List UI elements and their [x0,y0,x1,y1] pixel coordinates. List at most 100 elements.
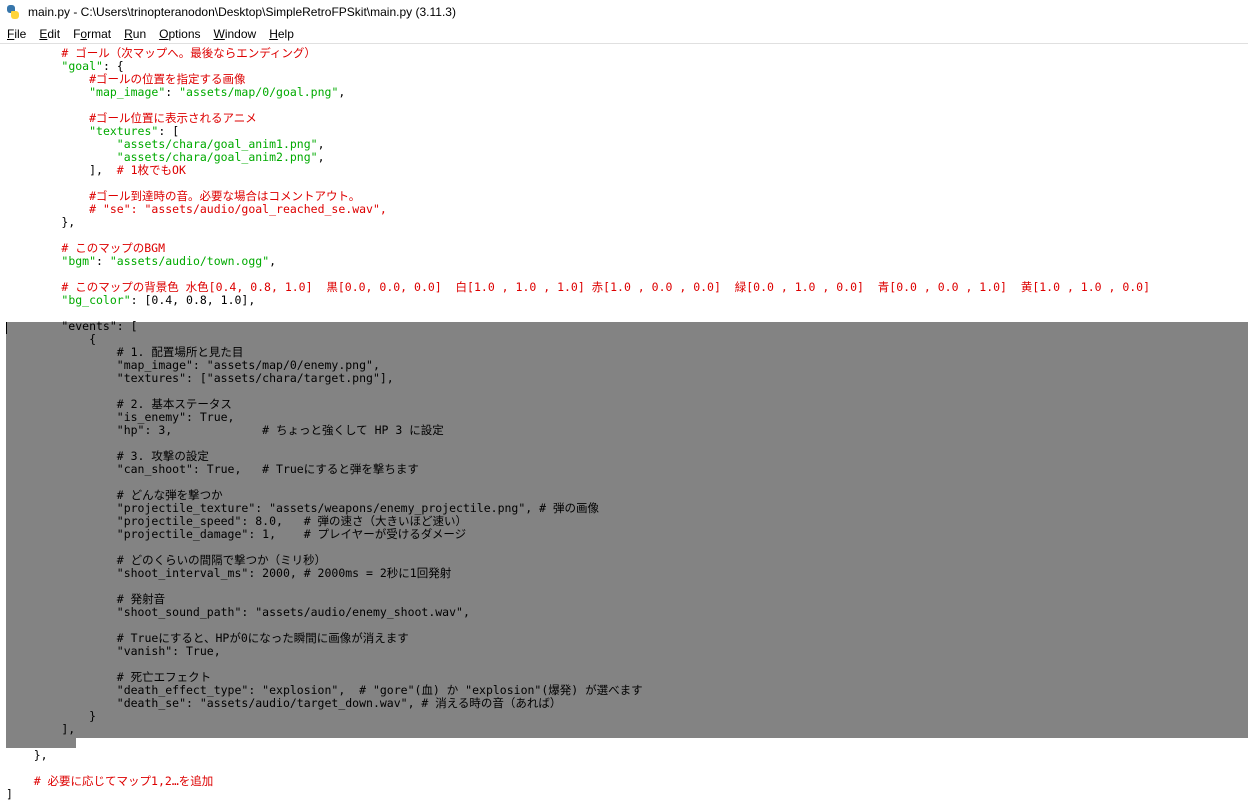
menu-file-rest: ile [14,26,27,41]
code-line[interactable]: }, [6,749,1248,762]
code-line[interactable] [6,229,1248,242]
code-string: "assets/chara/goal_anim1.png" [116,137,318,151]
code-comment: #ゴール到達時の音。必要な場合はコメントアウト。 [89,189,361,203]
python-file-icon [5,4,21,20]
menu-format[interactable]: Format [73,27,111,41]
code-token: # どんな弾を撃つか [6,488,223,502]
code-token: "is_enemy": True, [6,410,235,424]
code-token: , [317,137,325,151]
code-line[interactable]: "can_shoot": True, # Trueにすると弾を撃ちます [6,463,1248,476]
code-token: "vanish": True, [6,644,221,658]
code-token: , [269,254,277,268]
title-bar: main.py - C:\Users\trinopteranodon\Deskt… [0,0,1248,24]
code-token: }, [6,215,76,229]
code-token: } [6,709,97,723]
code-editor[interactable]: # ゴール（次マップへ。最後ならエンディング） "goal": { #ゴールの位… [0,43,1248,810]
code-line[interactable]: "map_image": "assets/map/0/goal.png", [6,86,1248,99]
code-token: # 1. 配置場所と見た目 [6,345,244,359]
code-token: : [165,85,180,99]
code-line[interactable]: "bg_color": [0.4, 0.8, 1.0], [6,294,1248,307]
code-token: : [ [158,124,180,138]
menu-edit[interactable]: Edit [39,27,60,41]
menu-help[interactable]: Help [269,27,294,41]
code-comment: #ゴールの位置を指定する画像 [89,72,246,86]
code-token: "shoot_interval_ms": 2000, # 2000ms = 2秒… [6,566,452,580]
code-token: "death_effect_type": "explosion", # "gor… [6,683,643,697]
code-line[interactable]: } [6,710,1248,723]
code-text[interactable]: # ゴール（次マップへ。最後ならエンディング） "goal": { #ゴールの位… [6,47,1248,801]
code-line[interactable]: # "se": "assets/audio/goal_reached_se.wa… [6,203,1248,216]
code-line[interactable]: "hp": 3, # ちょっと強くして HP 3 に設定 [6,424,1248,437]
code-comment: # ゴール（次マップへ。最後ならエンディング） [6,46,316,60]
code-token: : { [102,59,124,73]
code-string: "assets/audio/town.ogg" [109,254,270,268]
code-token: , [338,85,346,99]
code-string: "textures" [89,124,159,138]
code-line[interactable]: "shoot_interval_ms": 2000, # 2000ms = 2秒… [6,567,1248,580]
code-comment: # このマップのBGM [61,241,166,255]
menu-file[interactable]: File [7,27,26,41]
code-comment: #ゴール位置に表示されるアニメ [89,111,257,125]
menu-run[interactable]: Run [124,27,146,41]
menu-options[interactable]: Options [159,27,200,41]
code-line[interactable]: ] [6,788,1248,801]
code-token: "projectile_texture": "assets/weapons/en… [6,501,599,515]
code-token: : [0.4, 0.8, 1.0], [130,293,256,307]
code-line[interactable]: # ゴール（次マップへ。最後ならエンディング） [6,47,1248,60]
code-token: "can_shoot": True, # Trueにすると弾を撃ちます [6,462,419,476]
code-line[interactable]: "shoot_sound_path": "assets/audio/enemy_… [6,606,1248,619]
code-token: : [96,254,110,268]
code-string: "assets/chara/goal_anim2.png" [116,150,318,164]
code-token: }, [6,748,48,762]
code-line[interactable]: "vanish": True, [6,645,1248,658]
code-token: # 3. 攻撃の設定 [6,449,209,463]
code-line[interactable]: ], # 1枚でもOK [6,164,1248,177]
code-line[interactable]: #ゴール位置に表示されるアニメ [6,112,1248,125]
code-line[interactable]: ], [6,723,1248,736]
code-line[interactable] [6,307,1248,320]
code-comment: # このマップの背景色 水色[0.4, 0.8, 1.0] 黒[0.0, 0.0… [61,280,1151,294]
code-token: # Trueにすると、HPが0になった瞬間に画像が消えます [6,631,409,645]
code-token: ] [6,787,13,801]
code-token: { [6,332,97,346]
code-line[interactable]: }, [6,216,1248,229]
code-line[interactable] [6,736,1248,749]
code-token: ], [6,163,117,177]
code-token: # 2. 基本ステータス [6,397,232,411]
code-token: "events": [ [6,319,138,333]
code-token: "projectile_damage": 1, # プレイヤーが受けるダメージ [6,527,467,541]
code-token: , [317,150,325,164]
code-line[interactable]: "projectile_damage": 1, # プレイヤーが受けるダメージ [6,528,1248,541]
code-string: "goal" [61,59,103,73]
menu-window[interactable]: Window [214,27,257,41]
code-token: "shoot_sound_path": "assets/audio/enemy_… [6,605,470,619]
code-token: "map_image": "assets/map/0/enemy.png", [6,358,380,372]
code-string: "bg_color" [61,293,131,307]
code-line[interactable] [6,580,1248,593]
code-token: # どのくらいの間隔で撃つか（ミリ秒） [6,553,327,567]
code-line[interactable]: "textures": ["assets/chara/target.png"], [6,372,1248,385]
code-token: "hp": 3, # ちょっと強くして HP 3 に設定 [6,423,444,437]
code-string: "bgm" [61,254,97,268]
menu-bar: File Edit Format Run Options Window Help [0,24,1248,43]
code-comment: # "se": "assets/audio/goal_reached_se.wa… [89,202,387,216]
code-line[interactable]: "bgm": "assets/audio/town.ogg", [6,255,1248,268]
code-line[interactable]: "events": [ [6,320,1248,333]
code-line[interactable]: # 必要に応じてマップ1,2…を追加 [6,775,1248,788]
code-line[interactable]: "death_se": "assets/audio/target_down.wa… [6,697,1248,710]
code-token: "projectile_speed": 8.0, # 弾の速さ（大きいほど速い） [6,514,468,528]
window-title: main.py - C:\Users\trinopteranodon\Deskt… [28,5,456,19]
code-token: # 発射音 [6,592,166,606]
code-line[interactable]: "assets/chara/goal_anim2.png", [6,151,1248,164]
